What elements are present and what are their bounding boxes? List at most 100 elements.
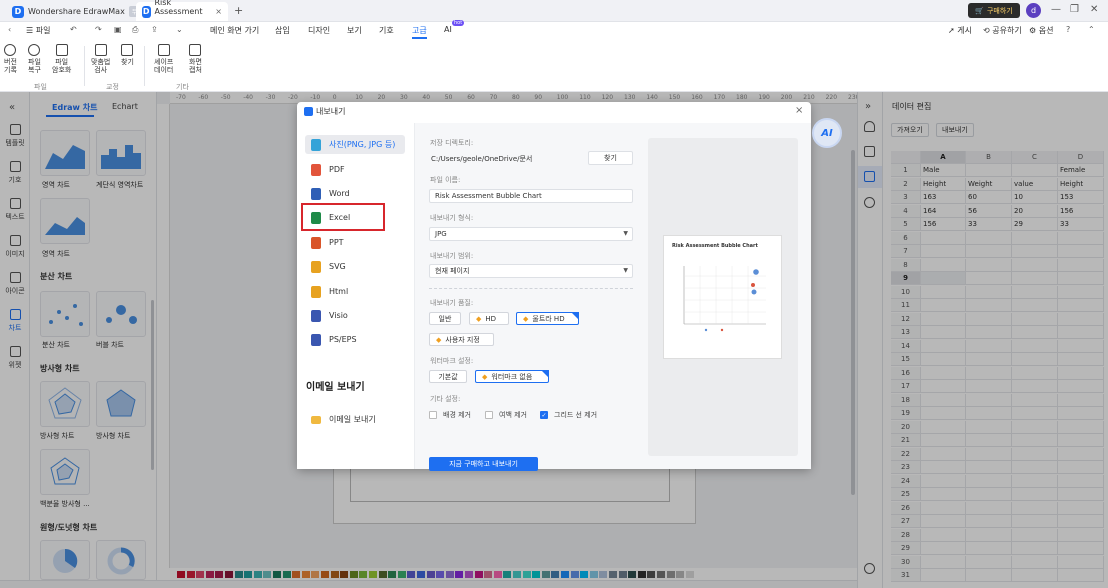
edrawmax-logo-icon: D xyxy=(12,5,24,18)
save-icon[interactable]: ▣ xyxy=(114,25,122,34)
selected-corner-icon xyxy=(571,312,579,320)
close-window-icon[interactable]: ✕ xyxy=(1090,4,1098,15)
spell-check-button[interactable]: 맞춤법 검사 xyxy=(91,44,110,74)
app-name: Wondershare EdrawMax xyxy=(28,7,125,16)
checkbox-box xyxy=(429,411,437,419)
export-range-label: 내보내기 범위: xyxy=(430,252,474,260)
share-button[interactable]: ⟲ 공유하기 xyxy=(983,25,1022,36)
file-recovery-button[interactable]: 파일 복구 xyxy=(28,44,41,74)
format-item-2[interactable]: Word xyxy=(305,184,405,203)
group-other-label: 기타 xyxy=(176,83,189,91)
format-item-3[interactable]: Excel xyxy=(305,208,405,227)
publish-button[interactable]: ➚ 게시 xyxy=(948,25,972,36)
collapse-ribbon-icon[interactable]: ⌃ xyxy=(1088,25,1095,34)
restore-icon[interactable]: ❐ xyxy=(1070,4,1079,15)
quality-normal-label: 일반 xyxy=(438,314,452,323)
ribbon-divider xyxy=(144,46,145,86)
browse-button[interactable]: 찾기 xyxy=(588,151,633,165)
export-format-label: 내보내기 형식: xyxy=(430,214,474,222)
email-section-title: 이메일 보내기 xyxy=(306,382,365,393)
help-icon[interactable]: ? xyxy=(1066,25,1070,34)
format-file-icon xyxy=(311,309,321,322)
recover-icon xyxy=(28,44,41,56)
menu-design[interactable]: 디자인 xyxy=(308,25,330,36)
document-icon: D xyxy=(142,5,151,18)
document-tab[interactable]: D Risk Assessment ... × xyxy=(136,0,228,25)
format-item-0[interactable]: 사진(PNG, JPG 등) xyxy=(305,135,405,154)
find-button[interactable]: 찾기 xyxy=(121,44,134,66)
group-file-label: 파일 xyxy=(34,83,47,91)
options-label: 옵션 xyxy=(1038,26,1054,35)
export-format-select[interactable]: JPG ▼ xyxy=(429,227,633,241)
ai-assistant-icon[interactable]: AI xyxy=(812,118,842,148)
back-icon[interactable]: ‹ xyxy=(8,25,11,34)
file-encrypt-button[interactable]: 파일 암호화 xyxy=(52,44,71,74)
menu-bar: ‹ ☰ 파일 ↶ ↷ ▣ ⎙ ⇪ ⌄ 메인 화면 가기 삽입 디자인 보기 기호… xyxy=(0,20,1108,40)
hot-badge: hot xyxy=(452,20,465,26)
quality-hd-label: HD xyxy=(485,314,497,323)
format-item-8[interactable]: PS/EPS xyxy=(305,330,405,349)
email-send-label: 이메일 보내기 xyxy=(329,415,376,424)
remove-grid-checkbox[interactable]: ✓ 그리드 선 제거 xyxy=(540,410,597,420)
format-item-1[interactable]: PDF xyxy=(305,160,405,179)
tab-close-icon[interactable]: × xyxy=(215,7,222,16)
format-item-5[interactable]: SVG xyxy=(305,257,405,276)
version-history-button[interactable]: 버전 기록 xyxy=(4,44,17,74)
settings-divider xyxy=(429,288,633,289)
watermark-default-option[interactable]: 기본값 xyxy=(429,370,467,383)
watermark-none-label: 워터마크 없음 xyxy=(491,372,533,381)
menu-advanced[interactable]: 고급 xyxy=(412,25,427,39)
app-tab[interactable]: D Wondershare EdrawMax 무료 xyxy=(6,2,152,21)
menu-symbols[interactable]: 기호 xyxy=(379,25,394,36)
menu-ai[interactable]: AI hot xyxy=(444,20,465,34)
format-item-4[interactable]: PPT xyxy=(305,233,405,252)
format-file-icon xyxy=(311,187,321,200)
quality-ultra-hd-option[interactable]: ◆ 울트라 HD xyxy=(516,312,579,325)
remove-margin-checkbox[interactable]: 여백 제거 xyxy=(485,410,527,420)
format-item-label: Html xyxy=(329,287,349,296)
redo-icon[interactable]: ↷ xyxy=(95,25,102,34)
minimize-icon[interactable]: — xyxy=(1051,4,1061,15)
export-format-value: JPG xyxy=(435,230,447,238)
format-file-icon xyxy=(311,163,321,176)
more-icon[interactable]: ⌄ xyxy=(176,25,183,34)
custom-quality-button[interactable]: ◆ 사용자 지정 xyxy=(429,333,494,346)
premium-diamond-icon: ◆ xyxy=(436,335,442,344)
checkbox-checked-icon: ✓ xyxy=(540,411,548,419)
filename-label: 파일 이름: xyxy=(430,176,461,184)
new-tab-button[interactable]: + xyxy=(234,4,243,17)
menu-home[interactable]: 메인 화면 가기 xyxy=(210,25,259,36)
buy-button[interactable]: 🛒 구매하기 xyxy=(968,3,1020,18)
undo-icon[interactable]: ↶ xyxy=(70,25,77,34)
remove-background-checkbox[interactable]: 배경 제거 xyxy=(429,410,471,420)
filename-input[interactable]: Risk Assessment Bubble Chart xyxy=(429,189,633,203)
format-item-7[interactable]: Visio xyxy=(305,306,405,325)
export-range-select[interactable]: 현재 페이지 ▼ xyxy=(429,264,633,278)
format-file-icon xyxy=(311,260,321,273)
email-send-item[interactable]: 이메일 보내기 xyxy=(305,410,405,429)
shape-data-icon xyxy=(157,44,170,56)
save-directory-value: C:/Users/geole/OneDrive/문서 xyxy=(431,155,533,163)
quality-hd-option[interactable]: ◆ HD xyxy=(469,312,509,325)
remove-background-label: 배경 제거 xyxy=(443,411,471,419)
buy-and-export-button[interactable]: 지금 구매하고 내보내기 xyxy=(429,457,538,471)
export-icon[interactable]: ⇪ xyxy=(151,25,158,34)
format-item-label: PPT xyxy=(329,238,344,247)
export-quality-label: 내보내기 품질: xyxy=(430,299,474,307)
shape-data-button[interactable]: 셰이프 데이터 xyxy=(154,44,173,74)
format-item-label: SVG xyxy=(329,262,346,271)
menu-insert[interactable]: 삽입 xyxy=(275,25,290,36)
screen-capture-button[interactable]: 화면 캡처 xyxy=(189,44,202,74)
premium-diamond-icon: ◆ xyxy=(523,314,529,323)
format-file-icon xyxy=(311,333,321,346)
quality-normal-option[interactable]: 일반 xyxy=(429,312,461,325)
menu-file[interactable]: ☰ 파일 xyxy=(26,25,50,36)
history-icon xyxy=(4,44,17,56)
format-item-6[interactable]: Html xyxy=(305,282,405,301)
avatar[interactable]: d xyxy=(1026,3,1041,18)
print-icon[interactable]: ⎙ xyxy=(132,25,138,35)
dialog-close-icon[interactable]: × xyxy=(795,105,803,116)
options-button[interactable]: ⚙ 옵션 xyxy=(1029,25,1053,36)
watermark-none-option[interactable]: ◆ 워터마크 없음 xyxy=(475,370,549,383)
menu-view[interactable]: 보기 xyxy=(347,25,362,36)
